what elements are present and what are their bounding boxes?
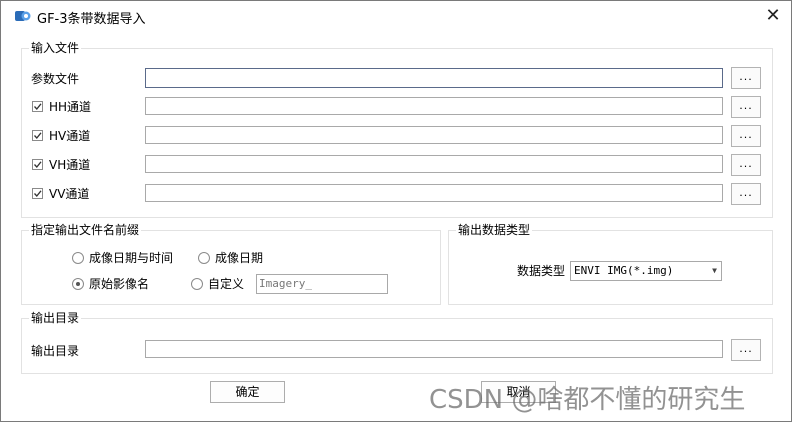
- hh-channel-input[interactable]: [145, 97, 723, 115]
- radio-datetime-label: 成像日期与时间: [89, 251, 174, 265]
- radio-custom[interactable]: [191, 278, 203, 290]
- radio-custom-label: 自定义: [208, 277, 245, 291]
- dialog-window: GF-3条带数据导入 ✕ 输入文件 参数文件 ... HH通道 ... HV通道…: [0, 0, 792, 422]
- datatype-label: 数据类型: [517, 264, 566, 278]
- radio-original-name[interactable]: [72, 278, 84, 290]
- hv-checkbox[interactable]: [32, 130, 43, 141]
- param-file-label: 参数文件: [31, 72, 80, 86]
- hv-channel-label: HV通道: [49, 129, 91, 143]
- output-dir-input[interactable]: [145, 340, 723, 358]
- param-file-browse-button[interactable]: ...: [731, 67, 761, 89]
- output-dir-legend: 输出目录: [29, 311, 82, 325]
- radio-datetime[interactable]: [72, 252, 84, 264]
- hh-channel-label: HH通道: [49, 100, 92, 114]
- checkmark-icon: [34, 161, 42, 168]
- hh-browse-button[interactable]: ...: [731, 96, 761, 118]
- vv-channel-label: VV通道: [49, 187, 90, 201]
- vh-channel-input[interactable]: [145, 155, 723, 173]
- checkmark-icon: [34, 103, 42, 110]
- datatype-selected-value: ENVI IMG(*.img): [574, 264, 674, 277]
- input-files-legend: 输入文件: [29, 41, 82, 55]
- close-icon[interactable]: ✕: [761, 5, 785, 27]
- custom-prefix-input[interactable]: Imagery_: [256, 274, 388, 294]
- vh-browse-button[interactable]: ...: [731, 154, 761, 176]
- radio-date[interactable]: [198, 252, 210, 264]
- radio-original-name-label: 原始影像名: [89, 277, 150, 291]
- output-dir-browse-button[interactable]: ...: [731, 339, 761, 361]
- title-bar: GF-3条带数据导入 ✕: [1, 1, 791, 31]
- vh-checkbox[interactable]: [32, 159, 43, 170]
- vv-browse-button[interactable]: ...: [731, 183, 761, 205]
- radio-selected-dot: [76, 282, 80, 286]
- window-title: GF-3条带数据导入: [37, 12, 146, 27]
- datatype-legend: 输出数据类型: [456, 223, 533, 237]
- csdn-watermark: CSDN @啥都不懂的研究生: [429, 385, 746, 415]
- checkmark-icon: [34, 132, 42, 139]
- checkmark-icon: [34, 190, 42, 197]
- output-dir-label: 输出目录: [31, 344, 80, 358]
- hv-browse-button[interactable]: ...: [731, 125, 761, 147]
- param-file-input[interactable]: [145, 68, 723, 88]
- datatype-select[interactable]: ENVI IMG(*.img) ▼: [570, 261, 722, 281]
- vh-channel-label: VH通道: [49, 158, 91, 172]
- vv-channel-input[interactable]: [145, 184, 723, 202]
- hh-checkbox[interactable]: [32, 101, 43, 112]
- ok-button[interactable]: 确定: [210, 381, 285, 403]
- prefix-legend: 指定输出文件名前缀: [29, 223, 142, 237]
- app-icon: [15, 11, 31, 21]
- chevron-down-icon: ▼: [712, 266, 717, 275]
- radio-date-label: 成像日期: [215, 251, 264, 265]
- vv-checkbox[interactable]: [32, 188, 43, 199]
- hv-channel-input[interactable]: [145, 126, 723, 144]
